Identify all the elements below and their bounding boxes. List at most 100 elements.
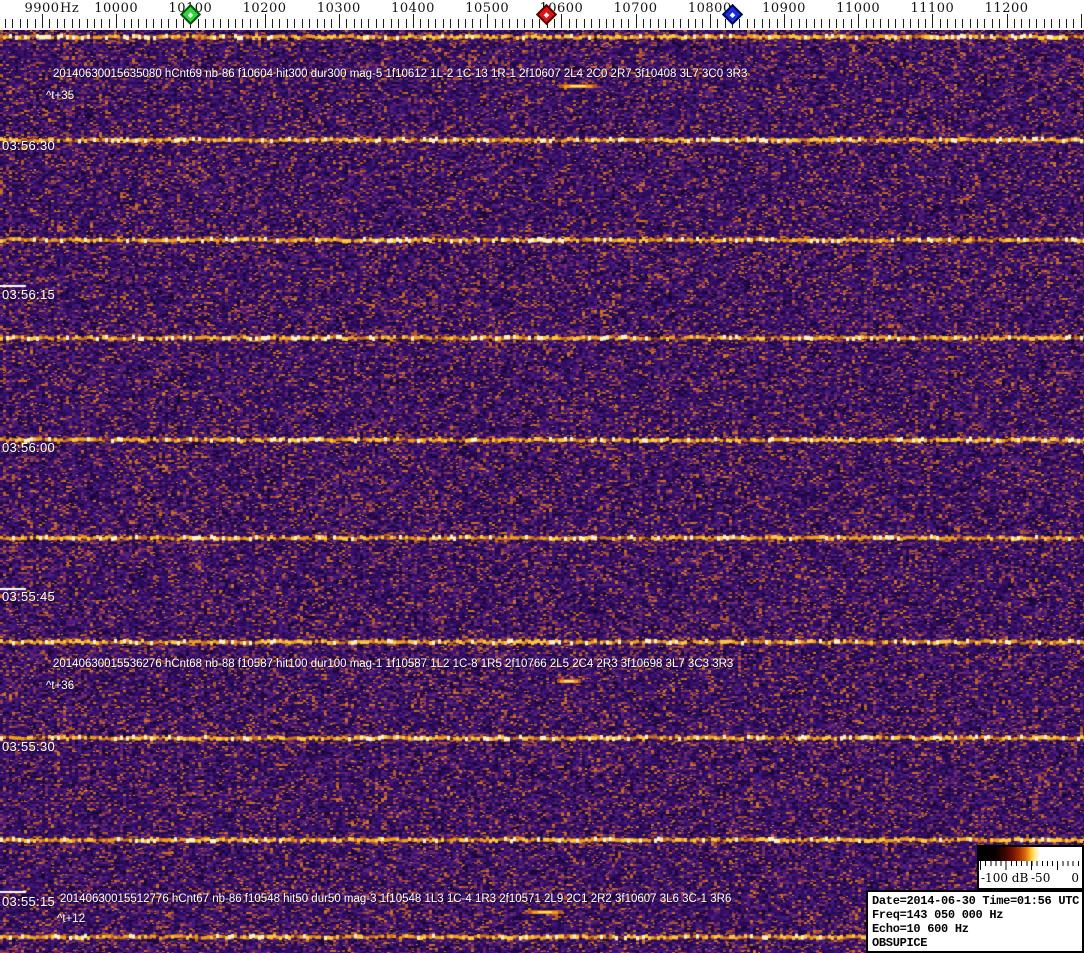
freq-tick bbox=[324, 19, 325, 28]
freq-tick bbox=[806, 19, 807, 28]
freq-tick bbox=[754, 19, 755, 28]
freq-tick bbox=[361, 19, 362, 28]
freq-tick bbox=[873, 19, 874, 28]
freq-tick bbox=[940, 19, 941, 28]
freq-tick bbox=[932, 14, 933, 28]
freq-tick bbox=[168, 19, 169, 28]
freq-tick bbox=[1073, 19, 1074, 28]
freq-tick bbox=[569, 19, 570, 28]
time-label: 03:55:45 bbox=[2, 589, 55, 604]
freq-tick bbox=[257, 19, 258, 28]
freq-tick bbox=[242, 19, 243, 28]
freq-tick bbox=[183, 19, 184, 28]
db-ruler bbox=[979, 861, 1082, 871]
freq-tick bbox=[1059, 19, 1060, 28]
freq-tick bbox=[524, 19, 525, 28]
freq-tick bbox=[836, 19, 837, 28]
freq-tick bbox=[317, 19, 318, 28]
freq-tick bbox=[435, 19, 436, 28]
freq-tick-label: 11200 bbox=[985, 1, 1029, 16]
freq-tick bbox=[465, 19, 466, 28]
freq-tick bbox=[576, 19, 577, 28]
freq-tick bbox=[888, 19, 889, 28]
time-label: 03:56:15 bbox=[2, 287, 55, 302]
freq-tick bbox=[176, 19, 177, 28]
freq-marker-dot bbox=[188, 12, 194, 18]
freq-tick bbox=[87, 19, 88, 28]
freq-tick bbox=[643, 19, 644, 28]
db-gradient-bar bbox=[979, 847, 1082, 861]
freq-tick bbox=[621, 19, 622, 28]
freq-tick bbox=[606, 19, 607, 28]
freq-tick bbox=[420, 19, 421, 28]
freq-marker-dot bbox=[544, 12, 550, 18]
freq-tick-label: 11100 bbox=[910, 1, 954, 16]
detection-record: 20140630015635080 hCnt69 nb-86 f10604 hi… bbox=[53, 68, 747, 80]
freq-tick bbox=[702, 19, 703, 28]
freq-tick bbox=[866, 19, 867, 28]
freq-tick bbox=[495, 19, 496, 28]
freq-tick bbox=[287, 19, 288, 28]
freq-tick bbox=[680, 19, 681, 28]
freq-tick bbox=[992, 19, 993, 28]
info-station: OBSUPICE bbox=[872, 936, 1082, 950]
freq-tick bbox=[450, 19, 451, 28]
freq-tick bbox=[27, 19, 28, 28]
freq-tick bbox=[673, 19, 674, 28]
freq-tick bbox=[1044, 19, 1045, 28]
db-label-mid: -50 bbox=[1031, 871, 1050, 885]
freq-tick bbox=[124, 19, 125, 28]
freq-tick bbox=[354, 19, 355, 28]
freq-tick bbox=[843, 19, 844, 28]
info-frequency: Freq=143 050 000 Hz bbox=[872, 908, 1082, 922]
spectrogram-waterfall[interactable] bbox=[0, 30, 1084, 953]
freq-tick bbox=[539, 19, 540, 28]
db-color-scale: -100 dB -50 0 bbox=[977, 845, 1084, 890]
time-label: 03:55:30 bbox=[2, 739, 55, 754]
freq-tick bbox=[109, 19, 110, 28]
freq-tick bbox=[747, 19, 748, 28]
detection-note: ^t+36 bbox=[46, 680, 74, 692]
freq-tick bbox=[984, 19, 985, 28]
freq-tick bbox=[413, 14, 414, 28]
freq-tick bbox=[146, 19, 147, 28]
frequency-unit-label: Hz bbox=[60, 1, 79, 16]
db-scale-labels: -100 dB -50 0 bbox=[979, 871, 1082, 886]
freq-tick bbox=[309, 19, 310, 28]
freq-tick bbox=[955, 19, 956, 28]
freq-tick bbox=[220, 19, 221, 28]
freq-tick bbox=[517, 19, 518, 28]
freq-tick bbox=[777, 19, 778, 28]
freq-tick bbox=[910, 19, 911, 28]
freq-tick bbox=[903, 19, 904, 28]
freq-tick bbox=[5, 19, 6, 28]
info-date-time: Date=2014-06-30 Time=01:56 UTC bbox=[872, 894, 1082, 908]
freq-tick bbox=[769, 19, 770, 28]
freq-tick bbox=[665, 19, 666, 28]
observation-info-box: Date=2014-06-30 Time=01:56 UTC Freq=143 … bbox=[866, 890, 1084, 953]
freq-tick bbox=[1066, 19, 1067, 28]
freq-tick bbox=[398, 19, 399, 28]
freq-tick bbox=[205, 19, 206, 28]
freq-tick bbox=[977, 19, 978, 28]
freq-tick bbox=[918, 19, 919, 28]
freq-tick bbox=[153, 19, 154, 28]
freq-tick bbox=[880, 19, 881, 28]
freq-tick bbox=[443, 19, 444, 28]
detection-record: 20140630015536276 hCnt68 nb-88 f10587 hi… bbox=[53, 658, 733, 670]
freq-tick bbox=[814, 19, 815, 28]
freq-tick bbox=[331, 19, 332, 28]
time-label: 03:56:00 bbox=[2, 440, 55, 455]
freq-tick bbox=[658, 19, 659, 28]
freq-tick bbox=[947, 19, 948, 28]
time-label: 03:55:15 bbox=[2, 894, 55, 909]
detection-note: ^t+12 bbox=[57, 913, 85, 925]
freq-tick bbox=[599, 19, 600, 28]
freq-tick bbox=[725, 19, 726, 28]
detection-record: 20140630015512776 hCnt67 nb-86 f10548 hi… bbox=[60, 893, 731, 905]
freq-tick bbox=[962, 19, 963, 28]
freq-tick bbox=[213, 19, 214, 28]
freq-tick bbox=[480, 19, 481, 28]
freq-tick bbox=[1081, 14, 1082, 28]
freq-tick bbox=[591, 19, 592, 28]
